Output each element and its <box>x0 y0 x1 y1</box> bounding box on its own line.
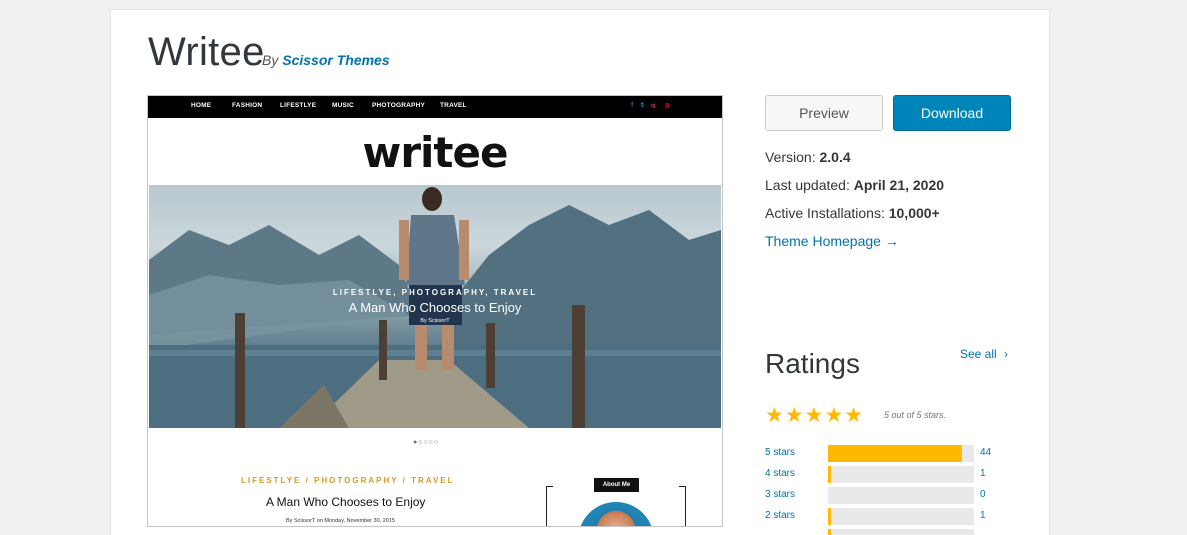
rating-row-3[interactable]: 3 stars 0 <box>765 487 1005 504</box>
installs-label: Active Installations: <box>765 205 889 221</box>
rating-bar-track <box>828 445 974 462</box>
rating-row-label[interactable]: 4 stars <box>765 468 795 479</box>
theme-title: Writee <box>148 30 265 74</box>
rating-row-count[interactable]: 44 <box>980 447 991 458</box>
rating-bar-fill <box>828 466 831 483</box>
screenshot-nav-item: TRAVEL <box>440 102 467 109</box>
hero-byline: By ScissorT <box>420 318 450 324</box>
last-updated-info: Last updated: April 21, 2020 <box>765 177 944 193</box>
theme-homepage-link[interactable]: Theme Homepage → <box>765 233 899 249</box>
updated-label: Last updated: <box>765 177 854 193</box>
screenshot-nav-bar: HOME FASHION LIFESTLYE MUSIC PHOTOGRAPHY… <box>148 96 722 118</box>
pinterest-icon: p <box>665 102 670 109</box>
screenshot-nav-item: PHOTOGRAPHY <box>372 102 426 109</box>
author-link[interactable]: Scissor Themes <box>282 52 389 68</box>
theme-byline: By Scissor Themes <box>262 52 390 68</box>
rating-row-count[interactable]: 1 <box>980 468 986 479</box>
rating-bar-track <box>828 508 974 525</box>
rating-row-2[interactable]: 2 stars 1 <box>765 508 1005 525</box>
instagram-icon: ig <box>651 103 656 109</box>
screenshot-nav-item: HOME <box>191 102 212 109</box>
hero-category: LIFESTLYE, PHOTOGRAPHY, TRAVEL <box>332 288 538 297</box>
ratings-heading: Ratings <box>765 348 860 379</box>
updated-value: April 21, 2020 <box>853 177 945 193</box>
rating-row-count[interactable]: 1 <box>980 510 986 521</box>
screenshot-logo: writee <box>362 128 509 177</box>
facebook-icon: f <box>631 102 634 109</box>
rating-row-1[interactable] <box>765 529 1005 535</box>
rating-row-5[interactable]: 5 stars 44 <box>765 445 1005 462</box>
theme-screenshot: HOME FASHION LIFESTLYE MUSIC PHOTOGRAPHY… <box>147 95 723 527</box>
post-title: A Man Who Chooses to Enjoy <box>266 495 426 509</box>
rating-bar-track <box>828 487 974 504</box>
about-me-label: About Me <box>594 478 639 492</box>
rating-bar-fill <box>828 445 963 462</box>
screenshot-nav-item: LIFESTLYE <box>280 102 317 109</box>
byline-prefix: By <box>262 52 279 68</box>
rating-row-4[interactable]: 4 stars 1 <box>765 466 1005 483</box>
download-button[interactable]: Download <box>893 95 1011 131</box>
post-category: LIFESTLYE / PHOTOGRAPHY / TRAVEL <box>241 476 455 485</box>
screenshot-nav-item: FASHION <box>232 102 263 109</box>
preview-button[interactable]: Preview <box>765 95 883 131</box>
version-value: 2.0.4 <box>819 149 851 165</box>
version-label: Version: <box>765 149 820 165</box>
slider-dots: ●○○○○ <box>413 439 440 446</box>
rating-row-label[interactable]: 3 stars <box>765 489 795 500</box>
installs-value: 10,000+ <box>888 205 940 221</box>
screenshot-hero-image: LIFESTLYE, PHOTOGRAPHY, TRAVEL A Man Who… <box>149 185 721 428</box>
post-byline: By ScissorT on Monday, November 30, 2015 <box>286 518 395 524</box>
see-all-link[interactable]: See all › <box>960 347 1008 361</box>
rating-row-label[interactable]: 2 stars <box>765 510 795 521</box>
active-installs-info: Active Installations: 10,000+ <box>765 205 940 221</box>
rating-summary: 5 out of 5 stars. <box>884 410 947 420</box>
rating-bar-fill <box>828 529 831 535</box>
see-all-label: See all <box>960 347 997 361</box>
rating-row-count[interactable]: 0 <box>980 489 986 500</box>
hero-title: A Man Who Chooses to Enjoy <box>348 300 522 315</box>
star-rating-icons: ★★★★★ <box>765 404 865 427</box>
twitter-icon: t <box>641 102 644 109</box>
rating-bar-fill <box>828 508 831 525</box>
screenshot-nav-item: MUSIC <box>332 102 354 109</box>
chevron-right-icon: › <box>1004 347 1009 361</box>
rating-bar-track <box>828 466 974 483</box>
rating-row-label[interactable]: 5 stars <box>765 447 795 458</box>
rating-bar-track <box>828 529 974 535</box>
version-info: Version: 2.0.4 <box>765 149 851 165</box>
